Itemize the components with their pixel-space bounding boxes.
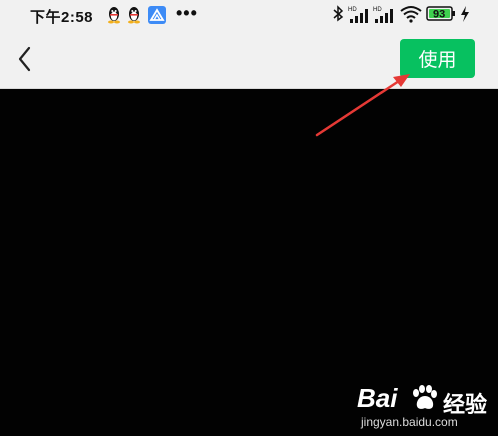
- watermark-url: jingyan.baidu.com: [361, 415, 458, 429]
- signal-hd-label: HD: [348, 7, 357, 13]
- wifi-icon: [400, 6, 422, 23]
- bluetooth-icon: [333, 5, 344, 22]
- qq-penguin-icon: [108, 7, 120, 24]
- signal-hd-label: HD: [373, 7, 382, 13]
- baidu-paw-icon: [413, 385, 437, 409]
- battery-icon: 93: [426, 6, 455, 21]
- signal-icon: HD: [373, 7, 393, 23]
- app-triangle-icon: [148, 6, 166, 24]
- charging-icon: [461, 6, 469, 22]
- more-notifications-indicator: •••: [176, 3, 198, 23]
- baidu-jingyan-watermark: Bai 经验 jingyan.baidu.com: [357, 377, 497, 433]
- status-bar: 下午2:58 ••• HD HD 93: [0, 0, 498, 32]
- chevron-left-icon[interactable]: [12, 42, 38, 76]
- signal-icon: HD: [348, 7, 368, 23]
- battery-level: 93: [433, 9, 445, 21]
- status-time: 下午2:58: [30, 9, 94, 26]
- watermark-brand: Bai: [357, 383, 398, 413]
- use-button[interactable]: 使用: [400, 39, 475, 78]
- app-bar: 使用: [0, 32, 498, 89]
- qq-penguin-icon: [128, 7, 140, 24]
